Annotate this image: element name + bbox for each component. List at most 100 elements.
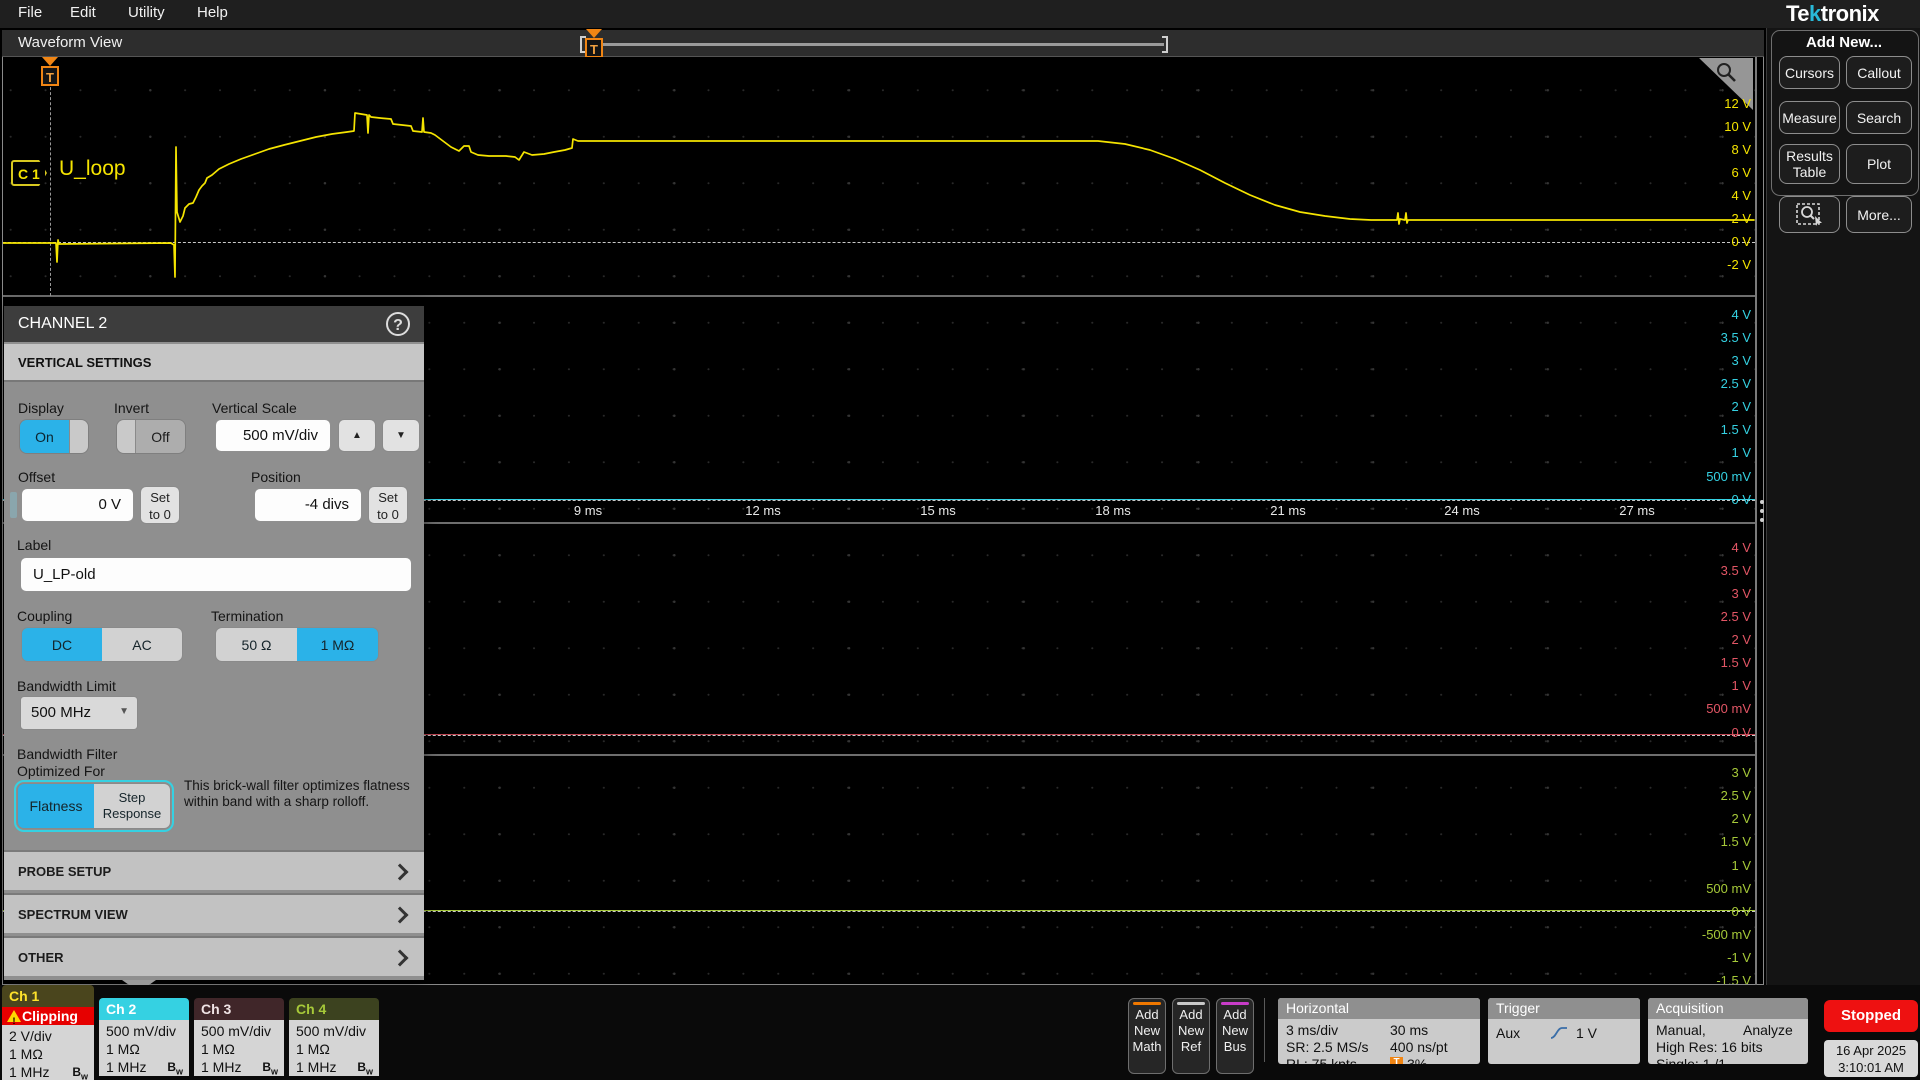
time-label: 9 ms [574, 503, 602, 518]
add-new-header: Add New... [1767, 34, 1920, 51]
vertical-settings-header[interactable]: VERTICAL SETTINGS [4, 344, 424, 382]
trigger-level: 1 V [1576, 1025, 1597, 1042]
bandwidth-limit-icon: Bw [167, 1058, 183, 1076]
ch3-badge-title[interactable]: Ch 3 [194, 998, 284, 1020]
right-sidebar: Add New... Cursors Callout Measure Searc… [1766, 28, 1920, 985]
math-color-stripe [1133, 1002, 1161, 1005]
scale-up-button[interactable]: ▲ [338, 419, 376, 452]
ch3-axis-label: 3 V [1681, 586, 1751, 602]
add-new-bus-button[interactable]: Add New Bus [1216, 998, 1254, 1074]
plot-right-edge [1755, 57, 1757, 985]
menu-file[interactable]: File [18, 4, 42, 21]
ch4-axis-label: 1.5 V [1681, 834, 1751, 850]
ch4-axis-label: -500 mV [1681, 927, 1751, 943]
menu-edit[interactable]: Edit [70, 4, 96, 21]
bandwidth-limit-label: Bandwidth Limit [17, 678, 116, 694]
ch1-axis-label: -2 V [1681, 257, 1751, 273]
ch3-axis-label: 2 V [1681, 632, 1751, 648]
zoom-select-button[interactable] [1779, 196, 1840, 233]
oscilloscope-screen: File Edit Utility Help Tektronix Wavefor… [0, 0, 1920, 1080]
ch4-axis-label: 2 V [1681, 811, 1751, 827]
ch2-badge-title[interactable]: Ch 2 [99, 998, 189, 1020]
ch4-axis-label: -1 V [1681, 950, 1751, 966]
termination-50ohm-button[interactable]: 50 Ω [216, 628, 297, 661]
time-text: 3:10:01 AM [1824, 1059, 1918, 1076]
coupling-dc-button[interactable]: DC [22, 628, 102, 661]
acquisition-title: Acquisition [1648, 998, 1808, 1019]
position-field[interactable]: -4 divs [254, 488, 362, 522]
ch2-axis-label: 1 V [1681, 445, 1751, 461]
add-callout-button[interactable]: Callout [1846, 56, 1912, 89]
rising-edge-icon [1550, 1026, 1568, 1040]
ch3-axis-label: 1.5 V [1681, 655, 1751, 671]
step-response-button[interactable]: Step Response [94, 784, 170, 828]
acquisition-panel[interactable]: Acquisition Manual, Analyze High Res: 16… [1648, 998, 1808, 1064]
help-icon[interactable]: ? [386, 312, 410, 336]
add-search-button[interactable]: Search [1846, 101, 1912, 134]
ch2-axis-label: 3.5 V [1681, 330, 1751, 346]
coupling-ac-button[interactable]: AC [102, 628, 182, 661]
scale-down-button[interactable]: ▼ [382, 419, 420, 452]
ch1-axis-label: 10 V [1681, 119, 1751, 135]
chevron-right-icon [392, 864, 409, 881]
add-measure-button[interactable]: Measure [1779, 101, 1840, 134]
overview-right-bracket[interactable] [1162, 36, 1168, 53]
overview-trigger-marker[interactable]: T [585, 29, 603, 58]
more-button[interactable]: More... [1846, 196, 1912, 233]
other-row[interactable]: OTHER [4, 936, 424, 976]
add-plot-button[interactable]: Plot [1846, 144, 1912, 184]
date-text: 16 Apr 2025 [1824, 1042, 1918, 1059]
run-state-badge[interactable]: Stopped [1824, 1000, 1918, 1032]
add-new-math-button[interactable]: Add New Math [1128, 998, 1166, 1074]
label-label: Label [17, 537, 51, 553]
offset-drag-tab[interactable] [10, 492, 17, 518]
ch1-axis-label: 4 V [1681, 188, 1751, 204]
menu-utility[interactable]: Utility [128, 4, 165, 21]
offset-field[interactable]: 0 V [21, 488, 134, 522]
dialog-title[interactable]: CHANNEL 2 [4, 306, 424, 342]
add-new-ref-button[interactable]: Add New Ref [1172, 998, 1210, 1074]
bandwidth-filter-segment[interactable]: Flatness Step Response [17, 783, 171, 829]
channel2-dialog: CHANNEL 2 ? VERTICAL SETTINGS Display In… [4, 306, 424, 980]
ch4-badge[interactable]: Ch 4 500 mV/div 1 MΩ 1 MHzBw [289, 998, 379, 1076]
chevron-down-icon: ▼ [119, 706, 129, 717]
splitter-handle[interactable] [1760, 500, 1764, 522]
display-toggle[interactable]: On [19, 419, 89, 454]
ch4-axis-label: 0 V [1681, 904, 1751, 920]
ch2-badge[interactable]: Ch 2 500 mV/div 1 MΩ 1 MHzBw [99, 998, 189, 1076]
termination-1mohm-button[interactable]: 1 MΩ [297, 628, 378, 661]
bandwidth-limit-dropdown[interactable]: 500 MHz ▼ [20, 696, 138, 730]
position-set-to-zero-button[interactable]: Set to 0 [368, 486, 408, 524]
acquisition-overview-bar[interactable] [586, 43, 1164, 46]
offset-set-to-zero-button[interactable]: Set to 0 [140, 486, 180, 524]
bandwidth-limit-icon: Bw [72, 1063, 88, 1080]
ch1-badge-title[interactable]: Ch 1 [2, 985, 94, 1007]
ch1-badge[interactable]: Ch 1 ! Clipping 2 V/div 1 MΩ 1 MHzBw [2, 985, 94, 1080]
menu-help[interactable]: Help [197, 4, 228, 21]
ch3-badge[interactable]: Ch 3 500 mV/div 1 MΩ 1 MHzBw [194, 998, 284, 1076]
termination-segment[interactable]: 50 Ω 1 MΩ [215, 627, 379, 662]
ch4-badge-title[interactable]: Ch 4 [289, 998, 379, 1020]
probe-setup-row[interactable]: PROBE SETUP [4, 850, 424, 890]
flatness-button[interactable]: Flatness [18, 784, 94, 828]
ch4-axis-label: 1 V [1681, 858, 1751, 874]
ch1-axis-label: 12 V [1681, 96, 1751, 112]
coupling-label: Coupling [17, 608, 72, 624]
coupling-segment[interactable]: DC AC [21, 627, 183, 662]
datetime-badge: 16 Apr 2025 3:10:01 AM [1824, 1040, 1918, 1077]
invert-toggle[interactable]: Off [116, 419, 186, 454]
termination-label: Termination [211, 608, 283, 624]
bus-color-stripe [1221, 1002, 1249, 1005]
add-cursors-button[interactable]: Cursors [1779, 56, 1840, 89]
time-label: 12 ms [745, 503, 780, 518]
channel-label-input[interactable]: U_LP-old [20, 557, 412, 592]
horizontal-panel[interactable]: Horizontal 3 ms/div 30 ms SR: 2.5 MS/s 4… [1278, 998, 1480, 1064]
spectrum-view-row[interactable]: SPECTRUM VIEW [4, 893, 424, 933]
add-results-table-button[interactable]: Results Table [1779, 144, 1840, 184]
time-label: 15 ms [920, 503, 955, 518]
trigger-panel[interactable]: Trigger Aux 1 V [1488, 998, 1640, 1064]
vertical-scale-field[interactable]: 500 mV/div [215, 419, 331, 452]
ch4-axis-label: 2.5 V [1681, 788, 1751, 804]
time-label: 24 ms [1444, 503, 1479, 518]
ch3-axis-label: 0 V [1681, 725, 1751, 741]
